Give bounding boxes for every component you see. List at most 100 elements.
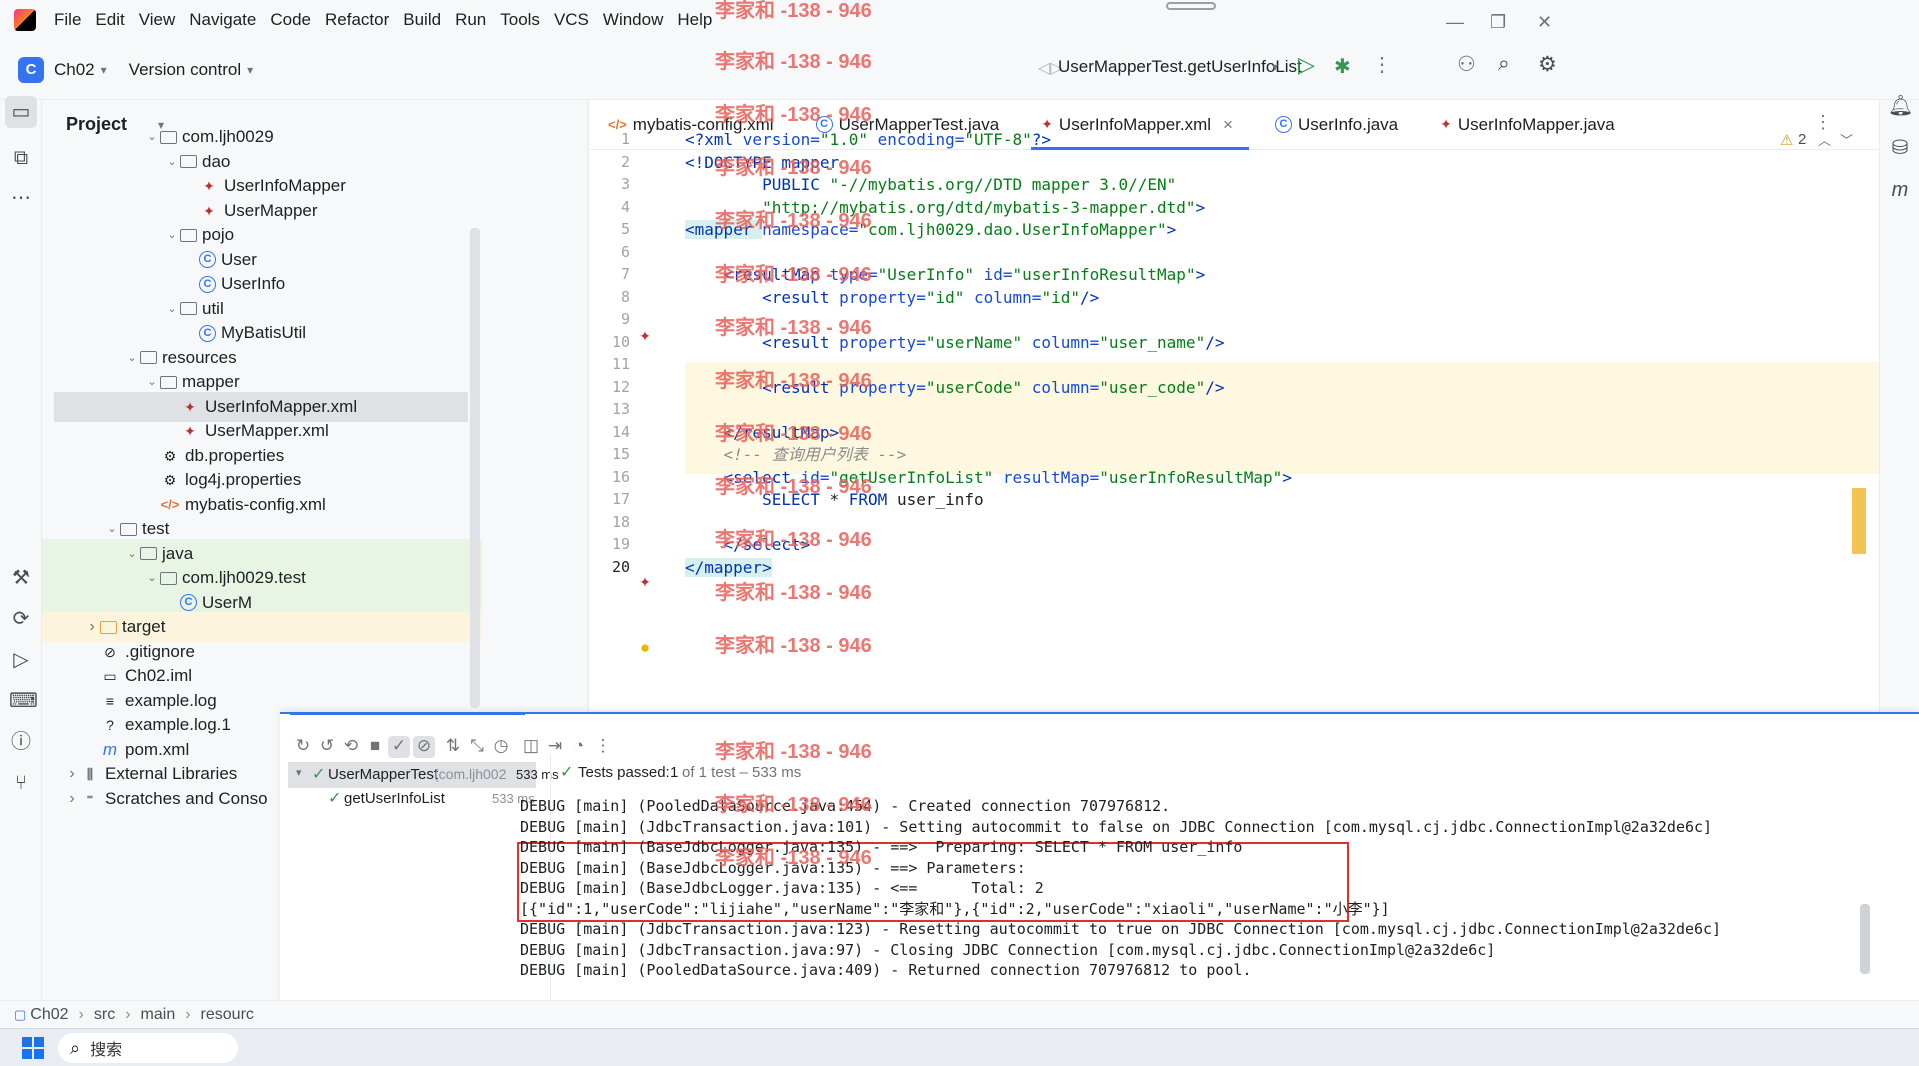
settings-gear-icon[interactable]: ⚙ xyxy=(1538,52,1557,77)
search-icon[interactable]: ⌕ xyxy=(1498,52,1510,76)
watermark-text: 李家和 -138 - 946 xyxy=(715,847,872,869)
chevron-down-icon: ▾ xyxy=(1272,60,1279,74)
menu-code[interactable]: Code xyxy=(270,10,311,30)
chevron-down-icon[interactable]: ⌄ xyxy=(164,147,180,177)
menu-run[interactable]: Run xyxy=(455,10,486,30)
package-icon xyxy=(160,571,177,585)
breadcrumb-item[interactable]: resourc xyxy=(201,1006,254,1024)
notifications-icon[interactable]: 🔔︎ xyxy=(1888,94,1913,118)
chevron-down-icon[interactable]: ⌄ xyxy=(124,343,140,373)
tree-item-label: UserInfo xyxy=(221,274,286,293)
folder-icon xyxy=(140,351,157,364)
menu-refactor[interactable]: Refactor xyxy=(325,10,389,30)
build-hammer-icon[interactable]: ⚒ xyxy=(9,566,33,590)
class-icon: C xyxy=(199,324,216,342)
more-tools-icon[interactable]: ⋯ xyxy=(9,186,33,210)
coverage-icon[interactable]: ◔ xyxy=(568,736,590,758)
more-icon[interactable]: ⋮ xyxy=(592,736,614,758)
terminal-icon[interactable]: ⌨ xyxy=(9,689,38,713)
lightbulb-icon[interactable]: ● xyxy=(635,638,655,658)
module-icon: ▢ xyxy=(14,1006,27,1022)
problems-icon[interactable]: ⓘ xyxy=(9,730,33,754)
debug-icon[interactable]: ✱ xyxy=(1334,54,1351,79)
run-icon[interactable]: ▷ xyxy=(1298,52,1315,78)
run-tool-icon[interactable]: ▷ xyxy=(9,648,33,672)
menu-build[interactable]: Build xyxy=(403,10,441,30)
line-number: 20 xyxy=(611,557,630,576)
project-badge[interactable]: C xyxy=(18,56,44,83)
chevron-down-icon[interactable]: ⌄ xyxy=(164,220,180,250)
menu-window[interactable]: Window xyxy=(603,10,663,30)
tree-item[interactable]: › ⁼ Scratches and Conso xyxy=(64,784,267,814)
screenshot-icon[interactable]: ◫ xyxy=(520,736,542,758)
show-ignored-icon[interactable]: ⊘ xyxy=(413,736,435,758)
run-config-selector[interactable]: UserMapperTest.getUserInfoList xyxy=(1058,57,1302,77)
breadcrumb-item[interactable]: src xyxy=(94,1006,115,1024)
chevron-right-icon[interactable]: › xyxy=(64,784,80,814)
more-icon[interactable]: ⋮ xyxy=(1372,52,1392,77)
menu-navigate[interactable]: Navigate xyxy=(189,10,256,30)
chevron-down-icon[interactable]: ⌄ xyxy=(164,294,180,324)
rerun-icon[interactable]: ↻ xyxy=(292,736,314,758)
scrollbar[interactable] xyxy=(1860,904,1870,974)
show-passed-icon[interactable]: ✓ xyxy=(388,736,410,758)
drag-handle[interactable] xyxy=(1166,2,1216,10)
folder-icon xyxy=(160,375,177,389)
watermark-text: 李家和 -138 - 946 xyxy=(715,264,872,286)
stop-icon[interactable]: ■ xyxy=(364,736,386,758)
chevron-down-icon[interactable]: ⌄ xyxy=(144,122,160,152)
menu-vcs[interactable]: VCS xyxy=(554,10,589,30)
test-child-label[interactable]: getUserInfoList xyxy=(344,790,445,807)
minimize-icon[interactable]: — xyxy=(1446,12,1464,33)
watermark-text: 李家和 -138 - 946 xyxy=(715,582,872,604)
taskbar-search[interactable]: ⌕ 搜索 xyxy=(58,1033,238,1063)
import-icon[interactable]: ⇥ xyxy=(544,736,566,758)
menu-bar: File Edit View Navigate Code Refactor Build Run… xyxy=(0,0,1919,40)
search-icon: ⌕ xyxy=(70,1037,81,1058)
mybatis-mapper-icon[interactable]: ✦ xyxy=(635,328,655,345)
menu-help[interactable]: Help xyxy=(677,10,712,30)
mybatis-icon: ✦ xyxy=(203,202,215,219)
services-icon[interactable]: ⟳ xyxy=(9,607,33,631)
breadcrumb-item[interactable]: main xyxy=(141,1006,176,1024)
gitignore-icon: ⊘ xyxy=(104,643,116,660)
intellij-logo-icon xyxy=(14,9,36,31)
maximize-icon[interactable]: ❐ xyxy=(1490,12,1506,33)
tree-item[interactable]: </> mybatis-config.xml xyxy=(144,490,326,520)
test-pass-icon: ✓ xyxy=(560,764,574,781)
mybatis-mapper-icon[interactable]: ✦ xyxy=(635,574,655,591)
folder-icon xyxy=(140,547,157,560)
taskbar-search-placeholder: 搜索 xyxy=(90,1042,123,1059)
scrollbar[interactable] xyxy=(470,228,480,708)
git-icon[interactable]: ⑂ xyxy=(9,771,33,795)
chevron-down-icon: ▾ xyxy=(247,62,254,77)
close-window-icon[interactable]: ✕ xyxy=(1537,12,1552,33)
folder-icon xyxy=(120,522,137,536)
windows-start-icon[interactable] xyxy=(22,1037,44,1059)
structure-icon[interactable]: ⧉ xyxy=(9,146,33,170)
rerun-failed-icon[interactable]: ↺ xyxy=(316,736,338,758)
panel-title[interactable]: Project xyxy=(66,114,127,135)
tests-passed-label: Tests passed: xyxy=(578,764,670,781)
menu-file[interactable]: File xyxy=(54,10,81,30)
add-user-icon[interactable]: ⚇ xyxy=(1457,52,1476,77)
test-root-label[interactable]: UserMapperTest xyxy=(328,766,438,783)
version-control-menu[interactable]: Version control xyxy=(129,60,241,80)
watermark-text: 李家和 -138 - 946 xyxy=(715,635,872,657)
library-icon: ⫼ xyxy=(86,766,94,782)
toggle-auto-test-icon[interactable]: ⟲ xyxy=(340,736,362,758)
maven-icon: m xyxy=(102,739,118,759)
watermark-text: 李家和 -138 - 946 xyxy=(715,423,872,445)
collapse-icon[interactable]: ⤡ xyxy=(466,736,488,758)
maven-icon[interactable]: m xyxy=(1888,178,1912,202)
sort-icon[interactable]: ⇅ xyxy=(442,736,464,758)
project-name[interactable]: Ch02 xyxy=(54,60,95,80)
history-icon[interactable]: ◷ xyxy=(490,736,512,758)
menu-view[interactable]: View xyxy=(139,10,176,30)
project-folder-icon[interactable]: ▭ xyxy=(5,96,37,128)
menu-edit[interactable]: Edit xyxy=(95,10,124,30)
menu-tools[interactable]: Tools xyxy=(500,10,540,30)
breadcrumb-item[interactable]: Ch02 xyxy=(30,1006,68,1024)
database-icon[interactable]: ⛁ xyxy=(1888,136,1912,160)
package-icon xyxy=(180,155,197,168)
